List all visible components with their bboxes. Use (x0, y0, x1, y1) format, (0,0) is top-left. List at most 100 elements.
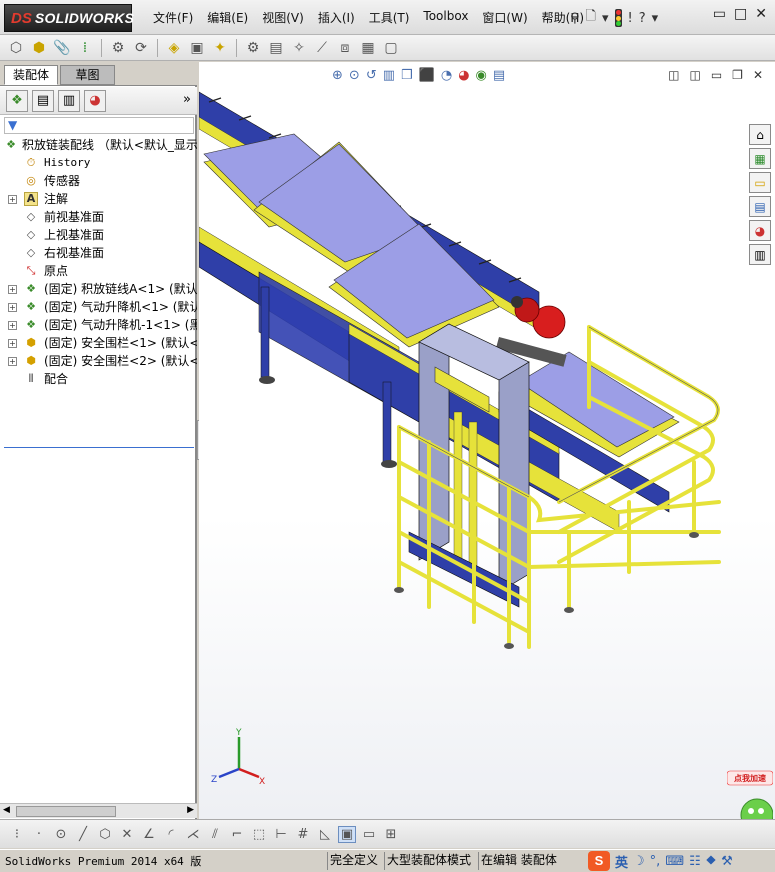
doc-minimize-icon[interactable]: ▭ (711, 68, 722, 82)
tree-item-component[interactable]: + ⬢ (固定) 安全围栏<1> (默认< (0, 334, 197, 352)
half-width-icon[interactable]: ☽ (633, 854, 645, 869)
smart-fasteners-icon[interactable]: ⚙ (108, 38, 128, 58)
tree-item-right-plane[interactable]: ◇ 右视基准面 (0, 244, 197, 262)
tree-item-component[interactable]: + ❖ (固定) 气动升降机<1> (默认 (0, 298, 197, 316)
grid-icon[interactable]: # (294, 827, 312, 842)
shaded-view-icon[interactable]: ▣ (338, 825, 356, 843)
section-view-icon[interactable]: ▥ (383, 68, 395, 83)
configuration-manager-icon[interactable]: ▥ (58, 89, 80, 112)
tree-item-front-plane[interactable]: ◇ 前视基准面 (0, 208, 197, 226)
scrollbar-thumb[interactable] (16, 806, 116, 817)
linear-pattern-icon[interactable]: ⁞ (75, 38, 95, 58)
doc-close-icon[interactable]: ✕ (753, 68, 763, 82)
tree-horizontal-scrollbar[interactable]: ◀ ▶ (0, 803, 197, 818)
menu-view[interactable]: 视图(V) (255, 9, 311, 26)
interference-detection-icon[interactable]: ⧈ (335, 38, 355, 58)
solidworks-logo[interactable]: DS SOLIDWORKS (4, 4, 134, 32)
appearances-icon[interactable]: ◕ (749, 220, 771, 241)
instant3d-icon[interactable]: ▢ (381, 38, 401, 58)
scroll-left-icon[interactable]: ◀ (3, 805, 10, 815)
tree-item-annotations[interactable]: + A 注解 (0, 190, 197, 208)
circle-icon[interactable]: ⊙ (52, 827, 70, 842)
single-view-icon[interactable]: ▭ (360, 827, 378, 842)
tree-item-sensors[interactable]: ◎ 传感器 (0, 172, 197, 190)
tab-sketch[interactable]: 草图 (60, 65, 115, 85)
menu-file[interactable]: 文件(F) (146, 9, 200, 26)
move-component-icon[interactable]: ⟳ (131, 38, 151, 58)
expand-toggle[interactable]: + (8, 195, 17, 204)
trim-icon[interactable]: ✕ (118, 827, 136, 842)
tile-right-icon[interactable]: ◫ (689, 68, 700, 82)
feature-manager-icon[interactable]: ❖ (6, 89, 28, 112)
view-palette-icon[interactable]: ▤ (749, 196, 771, 217)
new-motion-study-icon[interactable]: ⚙ (243, 38, 263, 58)
edit-component-icon[interactable]: ⬡ (6, 38, 26, 58)
graphics-area[interactable]: ⊕ ⊙ ↺ ▥ ❒ ⬛ ◔ ◕ ◉ ▤ ◫ ◫ ▭ ❐ ✕ ⌂ ▦ ▭ ▤ ◕ … (199, 62, 775, 819)
apply-scene-icon[interactable]: ◉ (476, 68, 487, 83)
status-large-assembly-mode[interactable]: 大型装配体模式 (384, 852, 473, 870)
tree-item-history[interactable]: ⏱ History (0, 154, 197, 172)
design-library-icon[interactable]: ▦ (749, 148, 771, 169)
options-icon[interactable]: ! (628, 11, 633, 26)
speedup-widget[interactable]: 点我加速 (727, 767, 773, 819)
point-icon[interactable]: · (30, 827, 48, 842)
wrench-icon[interactable]: ⚒ (721, 854, 733, 869)
zoom-to-fit-icon[interactable]: ⊕ (332, 68, 343, 83)
tree-item-component[interactable]: + ❖ (固定) 气动升降机-1<1> (黑 (0, 316, 197, 334)
tree-item-top-plane[interactable]: ◇ 上视基准面 (0, 226, 197, 244)
pin-icon[interactable]: ⚲ (570, 11, 580, 26)
reference-geometry-icon[interactable]: ✦ (210, 38, 230, 58)
four-view-icon[interactable]: ⊞ (382, 827, 400, 842)
previous-view-icon[interactable]: ↺ (366, 68, 377, 83)
skin-icon[interactable]: ☷ (689, 854, 701, 869)
minimize-icon[interactable]: ▭ (713, 6, 726, 22)
expand-toggle[interactable]: + (8, 285, 17, 294)
edit-appearance-icon[interactable]: ◕ (458, 68, 469, 83)
tab-assembly[interactable]: 装配体 (4, 65, 59, 85)
angle-icon[interactable]: ∠ (140, 827, 158, 842)
file-explorer-icon[interactable]: ▭ (749, 172, 771, 193)
parallel-icon[interactable]: ⫽ (206, 827, 224, 842)
doc-restore-icon[interactable]: ❐ (732, 68, 743, 82)
expand-more-icon[interactable]: » (183, 92, 191, 107)
show-hidden-icon[interactable]: ◈ (164, 38, 184, 58)
menu-edit[interactable]: 编辑(E) (200, 9, 255, 26)
keyboard-icon[interactable]: ⌨ (665, 854, 684, 869)
assembly-features-icon[interactable]: ▣ (187, 38, 207, 58)
tree-item-mates[interactable]: ⦀ 配合 (0, 370, 197, 388)
zoom-to-area-icon[interactable]: ⊙ (349, 68, 360, 83)
explode-line-sketch-icon[interactable]: ⟋ (312, 38, 332, 58)
conveyor-assembly-model[interactable] (199, 62, 775, 819)
scroll-right-icon[interactable]: ▶ (187, 805, 194, 815)
rebuild-traffic-light-icon[interactable] (614, 9, 622, 27)
offset-icon[interactable]: ⋌ (184, 827, 202, 842)
filter-icon[interactable]: ▼ (8, 118, 17, 132)
tile-left-icon[interactable]: ◫ (668, 68, 679, 82)
hide-show-items-icon[interactable]: ◔ (441, 68, 452, 83)
menu-toolbox[interactable]: Toolbox (416, 9, 475, 26)
arc-icon[interactable]: ◜ (162, 827, 180, 842)
display-manager-icon[interactable]: ◕ (84, 89, 106, 112)
tree-item-origin[interactable]: ⤡ 原点 (0, 262, 197, 280)
help-icon[interactable]: ? (639, 11, 646, 26)
expand-toggle[interactable]: + (8, 321, 17, 330)
maximize-icon[interactable]: □ (734, 6, 747, 22)
new-document-icon[interactable]: 🗋 (586, 7, 596, 29)
sogou-ime-icon[interactable]: S (588, 851, 610, 871)
clearance-verification-icon[interactable]: ▦ (358, 38, 378, 58)
exploded-view-icon[interactable]: ✧ (289, 38, 309, 58)
menu-window[interactable]: 窗口(W) (475, 9, 534, 26)
menu-insert[interactable]: 插入(I) (311, 9, 362, 26)
corner-icon[interactable]: ⌐ (228, 827, 246, 842)
insert-component-icon[interactable]: ⬢ (29, 38, 49, 58)
close-icon[interactable]: ✕ (755, 6, 767, 22)
custom-properties-icon[interactable]: ▥ (749, 244, 771, 265)
view-orientation-icon[interactable]: ❒ (401, 68, 413, 83)
punctuation-icon[interactable]: °, (650, 854, 661, 869)
tree-item-component[interactable]: + ❖ (固定) 积放链线A<1> (默认 (0, 280, 197, 298)
triangle-icon[interactable]: ◺ (316, 827, 334, 842)
bill-of-materials-icon[interactable]: ▤ (266, 38, 286, 58)
mate-icon[interactable]: 📎 (52, 38, 72, 58)
tree-item-component[interactable]: + ⬢ (固定) 安全围栏<2> (默认< (0, 352, 197, 370)
shirt-icon[interactable]: ⯁ (706, 854, 716, 869)
